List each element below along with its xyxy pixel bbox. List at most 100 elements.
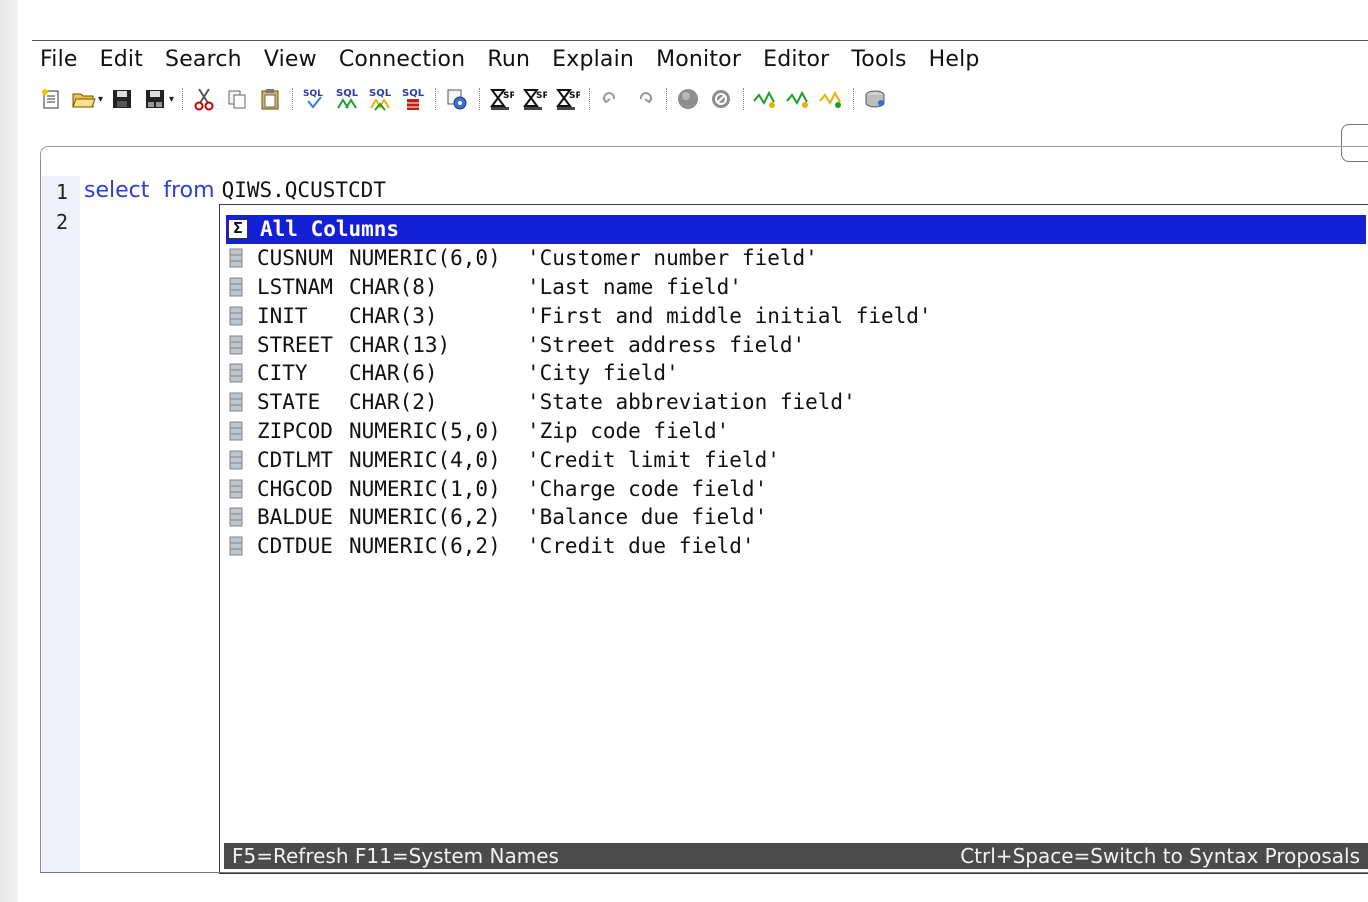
paste-icon[interactable] [257,86,283,112]
column-type: NUMERIC(6,0) [349,246,501,271]
menu-file[interactable]: File [32,47,92,72]
sql-stop-icon[interactable]: SQL [400,86,426,112]
window-shadow [0,0,18,902]
column-description: 'Credit limit field' [527,447,780,472]
column-icon [229,392,243,412]
save-as-icon[interactable] [142,86,168,112]
sql-run-all-icon[interactable]: SQL [367,86,393,112]
column-type: NUMERIC(1,0) [349,476,501,501]
code-line-1[interactable]: select from QIWS.QCUSTCDT [84,178,386,203]
column-icon [229,507,243,527]
proposal-column[interactable]: CDTDUE NUMERIC(6,2) 'Credit due field' [226,532,1366,561]
copy-icon[interactable] [224,86,250,112]
column-description: 'Street address field' [527,332,806,357]
proposal-all-columns[interactable]: Σ All Columns [226,215,1366,244]
column-icon [229,421,243,441]
sql-check-icon[interactable]: SQL [301,86,327,112]
content-assist-popup: Σ All Columns CUSNUM NUMERIC(6,0) 'Customer… [219,204,1368,874]
column-type: CHAR(3) [349,303,438,328]
column-name: CITY [257,361,308,386]
column-name: STREET [257,332,333,357]
save-dropdown-icon[interactable]: ▾ [169,94,174,105]
monitor-3-icon[interactable] [818,86,844,112]
new-file-icon[interactable] [38,86,64,112]
column-name: LSTNAM [257,274,333,299]
menu-tools[interactable]: Tools [843,47,920,72]
keyword-from: from [163,178,215,203]
proposal-column[interactable]: LSTNAM CHAR(8) 'Last name field' [226,273,1366,302]
menu-explain[interactable]: Explain [544,47,648,72]
popup-status-bar: F5=Refresh F11=System Names Ctrl+Space=S… [224,843,1368,869]
sql-run-icon[interactable]: SQL [334,86,360,112]
toolbar-separator [589,88,591,110]
monitor-2-icon[interactable] [785,86,811,112]
editor-bottom-border [40,872,1368,873]
redo-icon[interactable] [631,86,657,112]
column-description: 'Last name field' [527,274,742,299]
column-type: NUMERIC(6,2) [349,505,501,530]
open-folder-icon[interactable] [71,86,97,112]
column-name: CHGCOD [257,476,333,501]
editor-tab-strip [40,146,1368,177]
proposal-column[interactable]: CDTLMT NUMERIC(4,0) 'Credit limit field' [226,445,1366,474]
menu-run[interactable]: Run [479,47,544,72]
toolbar-separator [182,88,184,110]
settings-icon[interactable] [444,86,470,112]
svg-text:SQL: SQL [402,88,425,99]
column-description: 'State abbreviation field' [527,390,856,415]
open-dropdown-icon[interactable]: ▾ [98,94,103,105]
column-type: CHAR(2) [349,390,438,415]
column-icon [229,248,243,268]
svg-text:SP: SP [503,91,514,101]
save-icon[interactable] [109,86,135,112]
proposal-column[interactable]: CUSNUM NUMERIC(6,0) 'Customer number field… [226,244,1366,273]
menu-search[interactable]: Search [157,47,256,72]
proposal-column[interactable]: CITY CHAR(6) 'City field' [226,359,1366,388]
menu-connection[interactable]: Connection [331,47,479,72]
database-icon[interactable] [862,86,888,112]
menu-edit[interactable]: Edit [92,47,157,72]
svg-text:SQL: SQL [369,88,392,99]
menu-view[interactable]: View [256,47,331,72]
toolbar-separator [853,88,855,110]
proposal-column[interactable]: ZIPCOD NUMERIC(5,0) 'Zip code field' [226,417,1366,446]
menu-monitor[interactable]: Monitor [648,47,755,72]
cancel-icon[interactable] [708,86,734,112]
stop-circle-icon[interactable] [675,86,701,112]
explain-icon[interactable]: SP [488,86,514,112]
cut-icon[interactable] [191,86,217,112]
proposal-column[interactable]: STREET CHAR(13) 'Street address field' [226,330,1366,359]
column-name: CDTDUE [257,534,333,559]
sql-editor[interactable]: 1 2 select from QIWS.QCUSTCDT Σ All Colum… [42,176,1368,874]
toolbar-separator [743,88,745,110]
proposal-column[interactable]: BALDUE NUMERIC(6,2) 'Balance due field' [226,503,1366,532]
proposal-column[interactable]: INIT CHAR(3) 'First and middle initial fie… [226,301,1366,330]
toolbar: ▾ ▾ SQL SQL SQL SQL SP SP SP [38,80,1368,118]
svg-text:SP: SP [536,91,547,101]
column-description: 'Balance due field' [527,505,768,530]
keyword-select: select [84,178,150,203]
column-icon [229,363,243,383]
svg-text:SP: SP [569,91,580,101]
menu-bar: File Edit Search View Connection Run Exp… [32,40,1368,77]
sigma-icon: Σ [228,219,248,240]
menu-editor[interactable]: Editor [755,47,843,72]
explain-all-icon[interactable]: SP [554,86,580,112]
column-type: NUMERIC(4,0) [349,447,501,472]
column-icon [229,479,243,499]
column-type: CHAR(8) [349,274,438,299]
column-icon [229,335,243,355]
explain-run-icon[interactable]: SP [521,86,547,112]
proposal-column[interactable]: CHGCOD NUMERIC(1,0) 'Charge code field' [226,474,1366,503]
proposal-label: All Columns [260,217,400,242]
column-icon [229,536,243,556]
status-refresh-hint: F5=Refresh F11=System Names [232,844,559,868]
column-icon [229,306,243,326]
monitor-1-icon[interactable] [752,86,778,112]
toolbar-separator [292,88,294,110]
menu-help[interactable]: Help [921,47,994,72]
column-type: CHAR(13) [349,332,451,357]
undo-icon[interactable] [598,86,624,112]
column-name: CUSNUM [257,246,333,271]
proposal-column[interactable]: STATE CHAR(2) 'State abbreviation field' [226,388,1366,417]
